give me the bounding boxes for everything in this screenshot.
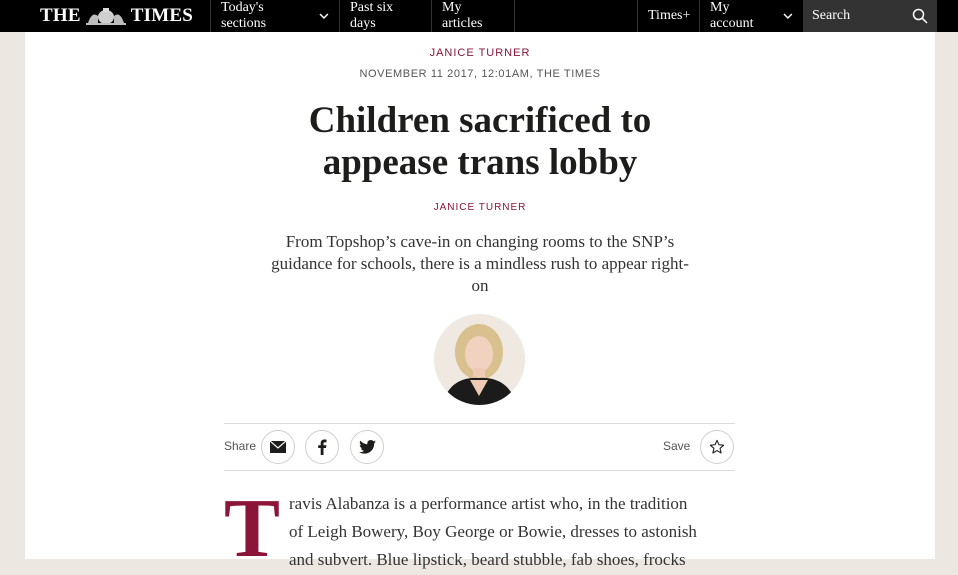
- twitter-icon: [358, 440, 376, 454]
- share-bar-bottom-divider: [224, 470, 735, 471]
- standfirst-line-2: guidance for schools, there is a mindles…: [271, 254, 689, 273]
- share-bar-top-divider: [224, 423, 735, 424]
- headline-line-2: appease trans lobby: [322, 142, 638, 183]
- chevron-down-icon: [319, 13, 329, 20]
- drop-cap: T: [224, 482, 281, 575]
- author-avatar: [434, 314, 525, 405]
- author-kicker[interactable]: JANICE TURNER: [25, 47, 935, 59]
- byline[interactable]: JANICE TURNER: [25, 202, 935, 213]
- nav-my-articles[interactable]: My articles: [431, 0, 515, 32]
- share-facebook-button[interactable]: [305, 430, 339, 464]
- nav-past-six-days-label: Past six days: [350, 0, 394, 31]
- logo-text-times: TIMES: [130, 5, 193, 26]
- search-icon[interactable]: [912, 8, 928, 24]
- body-line-2: of Leigh Bowery, Boy George or Bowie, dr…: [289, 522, 697, 541]
- save-article-button[interactable]: [700, 430, 734, 464]
- nav-times-plus-label: Times+: [648, 8, 691, 23]
- logo-text-the: THE: [40, 5, 81, 26]
- nav-my-account-label: My account: [710, 0, 754, 31]
- headline: Children sacrificed to appease trans lob…: [25, 100, 935, 184]
- nav-my-account[interactable]: My account: [699, 0, 803, 32]
- body-line-3: and subvert. Blue lipstick, beard stubbl…: [289, 550, 686, 569]
- top-navigation-bar: THE TIMES Today's sections Past six days…: [0, 0, 958, 32]
- search-input[interactable]: Search: [803, 0, 937, 32]
- standfirst: From Topshop’s cave-in on changing rooms…: [25, 231, 935, 297]
- nav-my-articles-label: My articles: [442, 0, 483, 31]
- share-email-button[interactable]: [261, 430, 295, 464]
- nav-past-six-days[interactable]: Past six days: [339, 0, 431, 32]
- author-portrait-image: [434, 314, 525, 405]
- nav-todays-sections-label: Today's sections: [221, 0, 267, 31]
- nav-times-plus[interactable]: Times+: [637, 0, 699, 32]
- dateline: NOVEMBER 11 2017, 12:01AM, THE TIMES: [359, 68, 601, 80]
- search-placeholder: Search: [812, 8, 851, 23]
- facebook-icon: [318, 439, 327, 455]
- article-body: ravis Alabanza is a performance artist w…: [289, 490, 739, 574]
- body-line-1: ravis Alabanza is a performance artist w…: [289, 494, 688, 513]
- share-twitter-button[interactable]: [350, 430, 384, 464]
- share-label: Share: [224, 439, 257, 453]
- article-page: JANICE TURNER NOVEMBER 11 2017, 12:01AM,…: [25, 32, 935, 571]
- envelope-icon: [270, 441, 286, 453]
- standfirst-line-3: on: [471, 276, 489, 295]
- headline-line-1: Children sacrificed to: [308, 100, 652, 141]
- standfirst-line-1: From Topshop’s cave-in on changing rooms…: [285, 232, 675, 251]
- nav-todays-sections[interactable]: Today's sections: [210, 0, 339, 32]
- star-icon: [709, 439, 725, 454]
- times-logo[interactable]: THE TIMES: [40, 4, 193, 28]
- save-label: Save: [663, 439, 691, 453]
- royal-crest-icon: [85, 8, 126, 25]
- chevron-down-icon: [783, 13, 793, 20]
